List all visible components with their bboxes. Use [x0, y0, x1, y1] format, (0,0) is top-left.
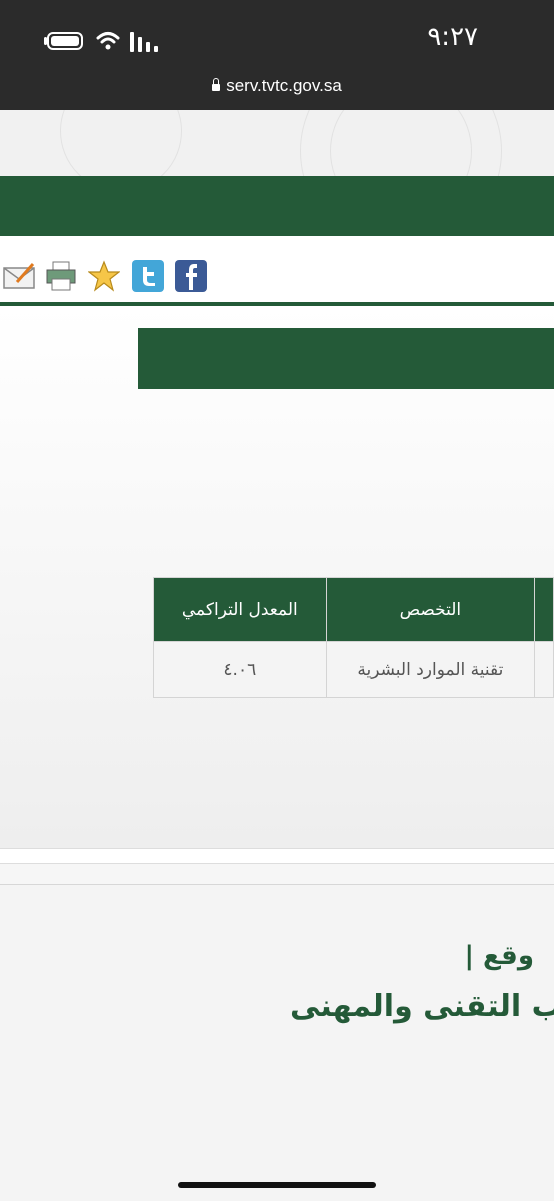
table-row: تقنية الموارد البشرية ٤.٠٦: [153, 641, 554, 698]
status-time: ٩:٢٧: [427, 22, 478, 52]
web-page: التخصص المعدل التراكمي تقنية الموارد الب…: [0, 110, 554, 1201]
facebook-icon[interactable]: [175, 260, 207, 292]
favorite-star-icon[interactable]: [88, 260, 120, 292]
twitter-icon[interactable]: [132, 260, 164, 292]
wifi-icon: [96, 32, 120, 50]
table-cell-specialization: تقنية الموارد البشرية: [325, 641, 536, 698]
cellular-signal-icon: [130, 32, 160, 52]
print-icon[interactable]: [45, 260, 77, 292]
header-decoration: [0, 110, 554, 176]
share-toolbar: [0, 236, 554, 306]
table-header-specialization: التخصص: [325, 577, 536, 642]
lock-icon: [212, 78, 221, 91]
grades-table: التخصص المعدل التراكمي تقنية الموارد الب…: [153, 577, 554, 698]
table-header-row: التخصص المعدل التراكمي: [153, 577, 554, 642]
main-content: التخصص المعدل التراكمي تقنية الموارد الب…: [0, 306, 554, 848]
home-indicator[interactable]: [178, 1182, 376, 1188]
email-icon[interactable]: [3, 260, 35, 292]
table-cell-gpa: ٤.٠٦: [153, 641, 327, 698]
footer-line-2: ب التقنى والمهنى: [290, 989, 554, 1024]
table-header-cut: [534, 577, 554, 642]
table-cell-cut: [534, 641, 554, 698]
site-footer: وقع | ب التقنى والمهنى: [0, 884, 554, 1201]
table-header-gpa: المعدل التراكمي: [153, 577, 327, 642]
page-title-bar: [138, 328, 554, 389]
battery-icon: [47, 32, 83, 50]
status-bar: ٩:٢٧ serv.tvtc.gov.sa: [0, 0, 554, 110]
url-text: serv.tvtc.gov.sa: [226, 76, 342, 95]
footer-line-1: وقع |: [464, 941, 535, 971]
site-header-bar: [0, 176, 554, 236]
address-bar[interactable]: serv.tvtc.gov.sa: [0, 76, 554, 96]
battery-tip: [44, 37, 47, 45]
section-divider: [0, 848, 554, 864]
